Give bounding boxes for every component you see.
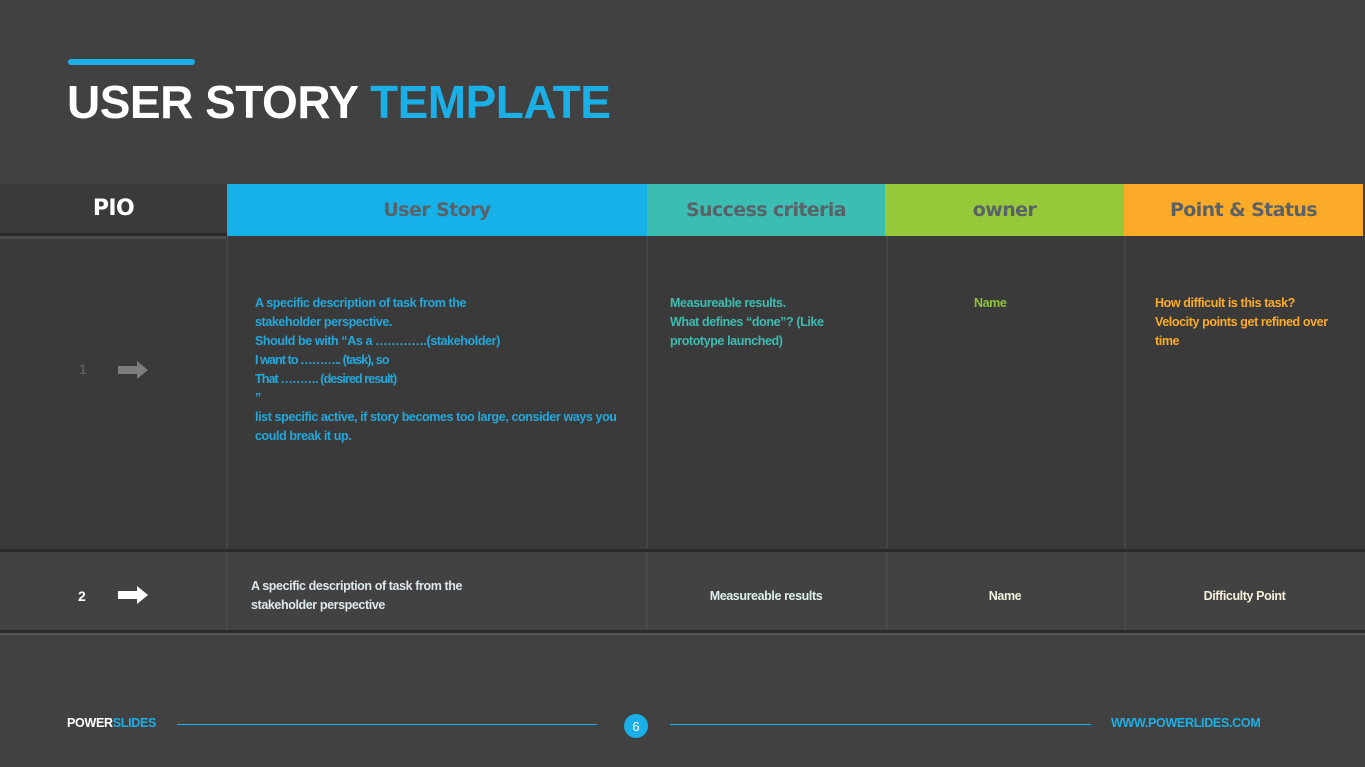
text-line: Should be with “As a ………….(stakeholder) — [255, 334, 500, 348]
arrow-right-icon — [118, 586, 148, 604]
column-divider — [1124, 236, 1126, 549]
text-line: time — [1155, 334, 1180, 348]
header-success-criteria: Success criteria — [647, 184, 885, 236]
text-line: list specific active, if story becomes t… — [255, 410, 617, 424]
brand-part-1: POWER — [67, 716, 113, 730]
column-divider — [226, 236, 228, 549]
success-criteria-cell: Measureable results — [709, 589, 823, 603]
header-pio: PIO — [0, 184, 227, 236]
table-header-row: PIO User Story Success criteria owner Po… — [0, 184, 1365, 236]
owner-cell: Name — [988, 589, 1022, 603]
text-line: Measureable results. — [670, 296, 786, 310]
footer-brand: POWERSLIDES — [67, 716, 156, 730]
text-line: prototype launched) — [670, 334, 783, 348]
user-story-cell: A specific description of task from the … — [251, 577, 462, 615]
table-row: 2 A specific description of task from th… — [0, 552, 1365, 630]
header-owner: owner — [885, 184, 1124, 236]
footer-url[interactable]: WWW.POWERLIDES.COM — [1111, 716, 1261, 730]
text-line: What defines “done”? (Like — [670, 315, 824, 329]
text-line: How difficult is this task? — [1155, 296, 1295, 310]
user-story-cell: A specific description of task from the … — [255, 294, 635, 446]
text-line: stakeholder perspective. — [255, 315, 392, 329]
arrow-right-icon — [118, 361, 148, 379]
table-row: 1 A specific description of task from th… — [0, 236, 1365, 549]
text-line: I want to ……….. (task), so — [255, 353, 389, 367]
header-point-status: Point & Status — [1124, 184, 1363, 236]
column-divider — [226, 552, 228, 630]
row-number: 2 — [78, 588, 86, 604]
text-line: A specific description of task from the — [251, 579, 463, 593]
text-line: could break it up. — [255, 429, 352, 443]
title-part-1: USER STORY — [67, 76, 358, 128]
column-divider — [646, 236, 648, 549]
row-divider-highlight — [0, 633, 1365, 635]
success-criteria-cell: Measureable results. What defines “done”… — [670, 294, 870, 351]
row-divider — [0, 236, 227, 239]
text-line: ” — [255, 391, 261, 405]
footer-divider-left — [177, 724, 597, 725]
brand-part-2: SLIDES — [112, 716, 157, 730]
point-status-cell: Difficulty Point — [1203, 589, 1286, 603]
text-line: stakeholder perspective — [251, 598, 385, 612]
title-accent-bar — [68, 59, 195, 65]
row-number: 1 — [79, 361, 87, 377]
page-number-badge: 6 — [624, 714, 648, 738]
text-line: A specific description of task from the — [255, 296, 467, 310]
text-line: That ………. (desired result) — [255, 372, 397, 386]
page-title: USER STORY TEMPLATE — [67, 74, 611, 130]
column-divider — [886, 236, 888, 549]
text-line: Velocity points get refined over — [1155, 315, 1328, 329]
footer-divider-right — [670, 724, 1091, 725]
header-user-story: User Story — [227, 184, 647, 236]
title-part-2: TEMPLATE — [369, 76, 611, 128]
point-status-cell: How difficult is this task? Velocity poi… — [1155, 294, 1355, 351]
owner-cell: Name — [974, 296, 1007, 310]
